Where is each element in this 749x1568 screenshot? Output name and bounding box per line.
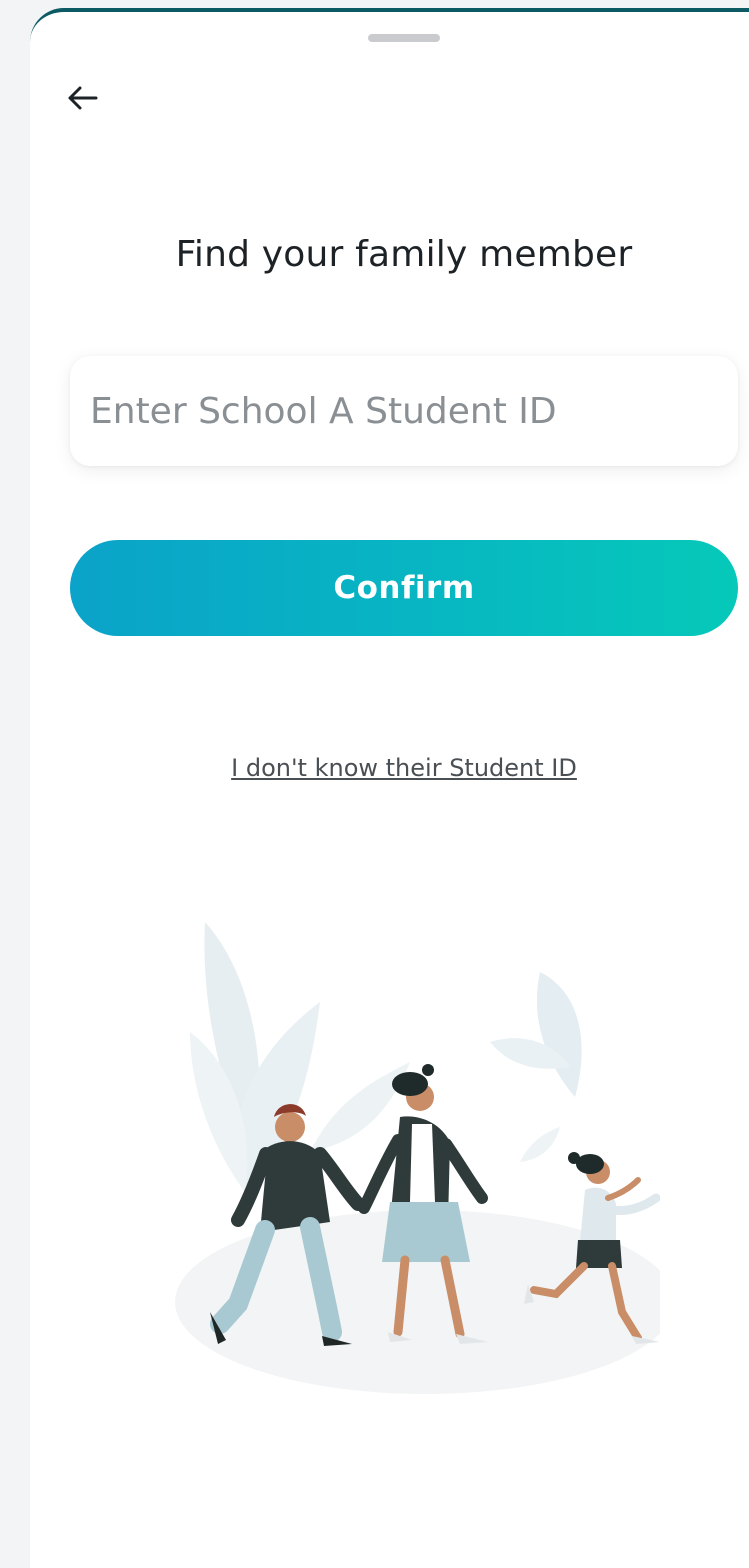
student-id-field-container bbox=[70, 356, 738, 466]
back-button[interactable] bbox=[60, 76, 104, 120]
student-id-input[interactable] bbox=[70, 356, 738, 466]
page-title: Find your family member bbox=[175, 234, 633, 275]
arrow-left-icon bbox=[68, 86, 98, 110]
bottom-sheet: Find your family member Confirm I don't … bbox=[30, 8, 749, 1568]
family-walking-illustration bbox=[175, 922, 660, 1394]
confirm-button[interactable]: Confirm bbox=[70, 540, 738, 636]
unknown-student-id-link[interactable]: I don't know their Student ID bbox=[30, 754, 749, 782]
sheet-grabber-handle[interactable] bbox=[368, 34, 440, 42]
